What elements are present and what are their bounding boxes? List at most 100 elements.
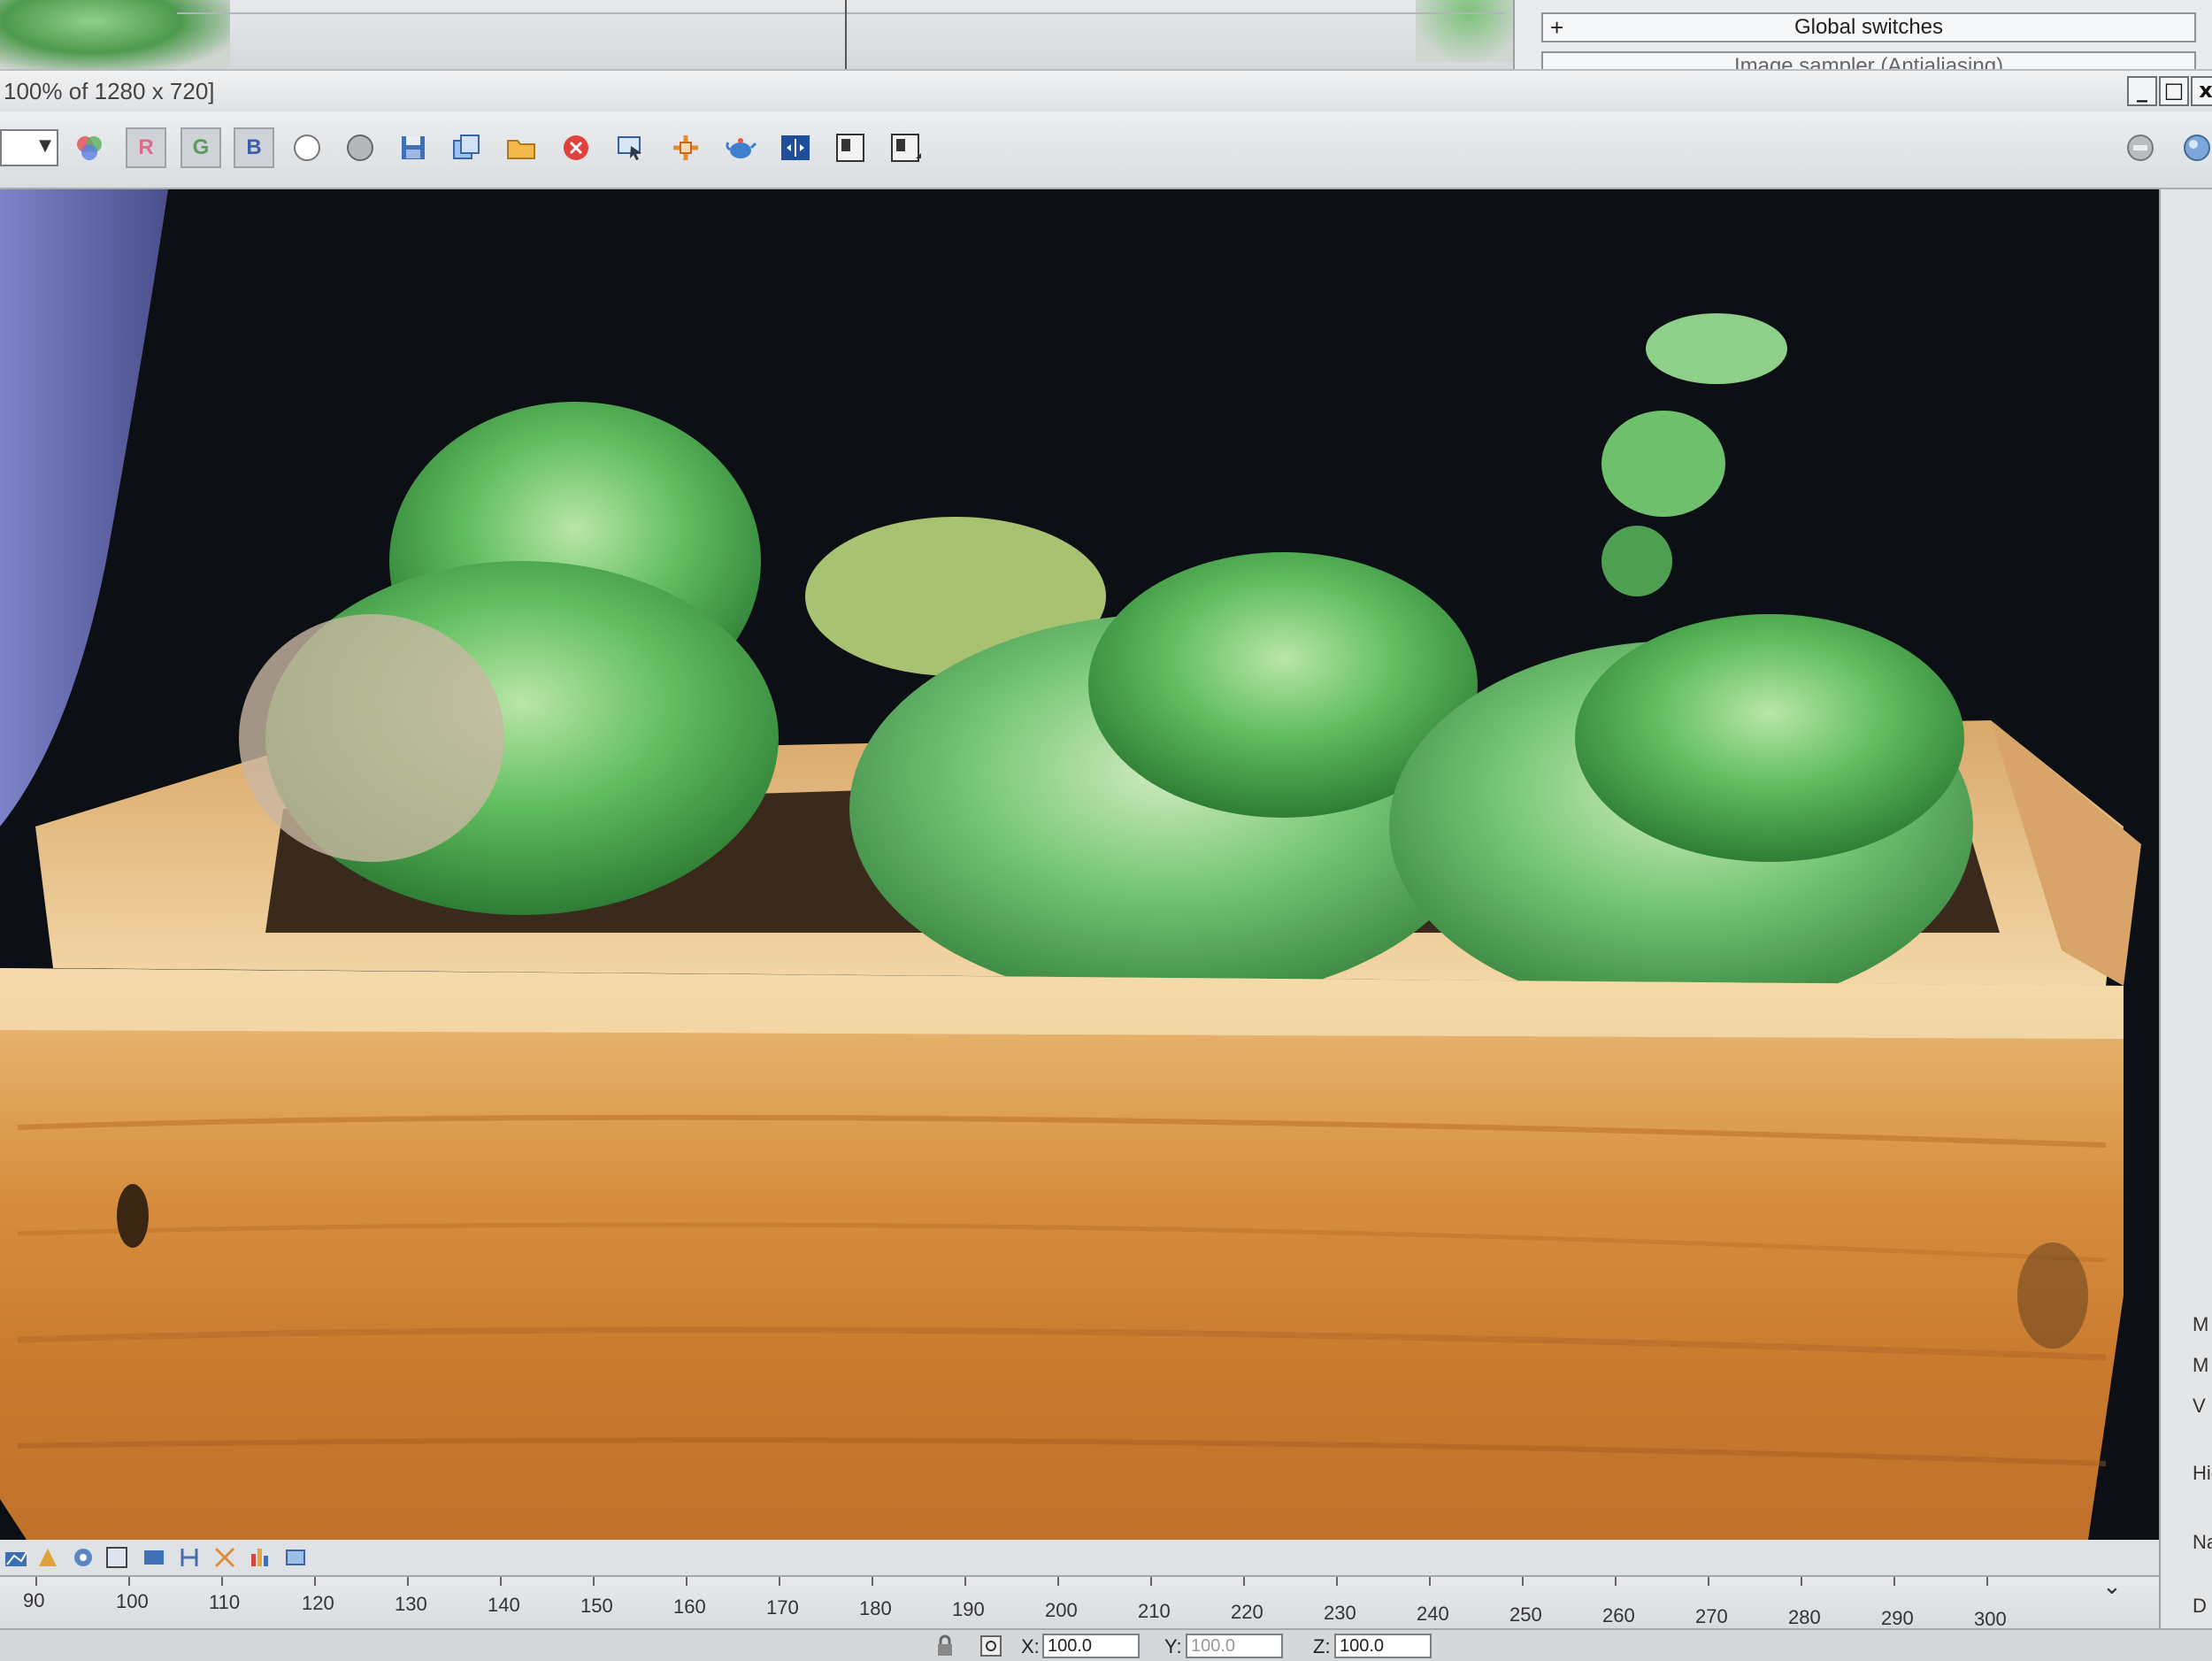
compare-b-icon[interactable]: [885, 127, 926, 168]
timeline-tick-mark: [1429, 1577, 1431, 1586]
viewport-divider-vertical: [845, 0, 847, 71]
clone-frame-icon[interactable]: [446, 127, 487, 168]
timeline-tick-mark: [1986, 1577, 1988, 1586]
timeline-tick-label: 240: [1417, 1603, 1449, 1625]
key-mode-icon[interactable]: [71, 1545, 96, 1570]
display-checkbox-label[interactable]: D: [2193, 1595, 2207, 1618]
clear-frame-icon[interactable]: [556, 127, 596, 168]
timeline-tick-mark: [35, 1577, 37, 1586]
render-region-toggle-icon[interactable]: [775, 127, 816, 168]
timeline-tick-label: 280: [1788, 1606, 1821, 1628]
timeline-tick-mark: [779, 1577, 780, 1586]
color-channels-icon[interactable]: [69, 127, 110, 168]
timeline-tick-label: 90: [23, 1589, 45, 1611]
track-mouse-icon[interactable]: [611, 127, 651, 168]
timeline-tick-mark: [1708, 1577, 1709, 1586]
timeline-ruler[interactable]: 90 100 110 120 130 140 150 160 170 180 190 200 210 22…: [0, 1575, 2159, 1630]
timeline-tick-mark: [221, 1577, 223, 1586]
gray-circle-icon[interactable]: [340, 127, 380, 168]
rendered-planter-image: [0, 189, 2159, 1540]
timeline-tick-label: 220: [1231, 1601, 1263, 1623]
timeline-tick-label: 230: [1324, 1602, 1356, 1624]
timeline-tick-mark: [128, 1577, 130, 1586]
timeline-tick-mark: [686, 1577, 687, 1586]
timeline-tick-mark: [314, 1577, 316, 1586]
z-coordinate-label: Z:: [1313, 1635, 1331, 1657]
curve-editor-icon[interactable]: [4, 1545, 28, 1570]
blue-channel-button[interactable]: B: [234, 127, 274, 168]
background-viewport-plant-2: [1416, 0, 1522, 62]
channel-display-dropdown[interactable]: ▼: [0, 129, 58, 166]
timeline-tick-label: 140: [488, 1594, 520, 1616]
render-setup-rollout-panel: + Global switches Image sampler (Antiali…: [1513, 0, 2212, 81]
viewport-divider-horizontal: [177, 12, 1504, 14]
z-coordinate-field[interactable]: 100.0: [1334, 1634, 1432, 1658]
x-coordinate-field[interactable]: 100.0: [1042, 1634, 1140, 1658]
region-render-icon[interactable]: [665, 127, 706, 168]
command-panel-label: V: [2193, 1395, 2206, 1417]
hierarchy-icon[interactable]: [177, 1545, 202, 1570]
close-button[interactable]: x: [2191, 76, 2212, 106]
snapshot-icon[interactable]: [283, 1545, 308, 1570]
timeline-tick-label: 170: [766, 1596, 799, 1619]
timeline-tick-mark: [1801, 1577, 1802, 1586]
timeline-tick-label: 210: [1138, 1600, 1171, 1622]
compare-a-icon[interactable]: [830, 127, 871, 168]
timeline-tick-mark: [500, 1577, 502, 1586]
timeline-tick-label: 290: [1881, 1607, 1914, 1629]
timeline-tick-label: 160: [673, 1596, 706, 1618]
command-panel-label: M: [2193, 1313, 2209, 1335]
white-circle-icon[interactable]: [287, 127, 327, 168]
scale-keys-icon[interactable]: [212, 1545, 237, 1570]
timeline-tick-label: 270: [1695, 1605, 1728, 1627]
timeline-tick-mark: [407, 1577, 409, 1586]
x-coordinate-label: X:: [1021, 1635, 1040, 1657]
dope-sheet-icon[interactable]: [142, 1545, 166, 1570]
minimize-button[interactable]: _: [2127, 76, 2157, 106]
dropdown-arrow-icon: ▼: [39, 136, 51, 155]
rollout-label: Global switches: [1793, 15, 1944, 39]
status-bar: X: 100.0 Y: 100.0 Z: 100.0: [0, 1628, 2212, 1661]
name-label: Nam: [2193, 1531, 2212, 1553]
command-panel-label: M: [2193, 1354, 2209, 1376]
y-coordinate-field[interactable]: 100.0: [1186, 1634, 1283, 1658]
teapot-render-icon[interactable]: [720, 127, 761, 168]
timeline-tick-label: 260: [1602, 1604, 1635, 1626]
timeline-tick-mark: [1615, 1577, 1617, 1586]
timeline-tick-mark: [1893, 1577, 1895, 1586]
bar-graph-icon[interactable]: [248, 1545, 273, 1570]
select-region-icon[interactable]: [104, 1545, 129, 1570]
timeline-tick-label: 120: [302, 1592, 334, 1614]
timeline-tick-label: 200: [1045, 1599, 1078, 1621]
trackbar-toolbar: [0, 1540, 2159, 1575]
frame-buffer-window: 100% of 1280 x 720] _ □ x ▼ R G B M M V …: [0, 69, 2212, 1661]
timeline-tick-label: 250: [1509, 1603, 1542, 1626]
stop-render-icon[interactable]: [2120, 127, 2161, 168]
save-image-icon[interactable]: [393, 127, 434, 168]
hide-button[interactable]: Hide: [2193, 1462, 2212, 1485]
rollout-expand-icon: +: [1550, 14, 1564, 41]
timeline-tick-mark: [1522, 1577, 1524, 1586]
timeline-tick-label: 100: [116, 1590, 149, 1612]
render-icon[interactable]: [2177, 127, 2212, 168]
timeline-tick-mark: [1243, 1577, 1245, 1586]
y-coordinate-label: Y:: [1164, 1635, 1182, 1657]
timeline-tick-mark: [964, 1577, 966, 1586]
key-filter-icon[interactable]: [35, 1545, 60, 1570]
selection-lock-icon[interactable]: [933, 1634, 957, 1658]
absolute-mode-icon[interactable]: [979, 1634, 1003, 1658]
red-channel-button[interactable]: R: [126, 127, 166, 168]
window-titlebar[interactable]: 100% of 1280 x 720] _ □ x: [0, 69, 2212, 113]
open-folder-icon[interactable]: [501, 127, 541, 168]
timeline-tick-mark: [872, 1577, 873, 1586]
timeline-tick-mark: [1150, 1577, 1152, 1586]
chevron-down-double-icon[interactable]: ⌄: [2102, 1573, 2122, 1600]
timeline-tick-label: 190: [952, 1598, 985, 1620]
timeline-tick-label: 150: [580, 1595, 613, 1617]
rendered-image-view[interactable]: [0, 189, 2159, 1540]
timeline-tick-mark: [593, 1577, 595, 1586]
background-viewport-plant: [0, 0, 230, 71]
rollout-global-switches[interactable]: + Global switches: [1541, 12, 2196, 42]
maximize-button[interactable]: □: [2159, 76, 2189, 106]
green-channel-button[interactable]: G: [180, 127, 221, 168]
